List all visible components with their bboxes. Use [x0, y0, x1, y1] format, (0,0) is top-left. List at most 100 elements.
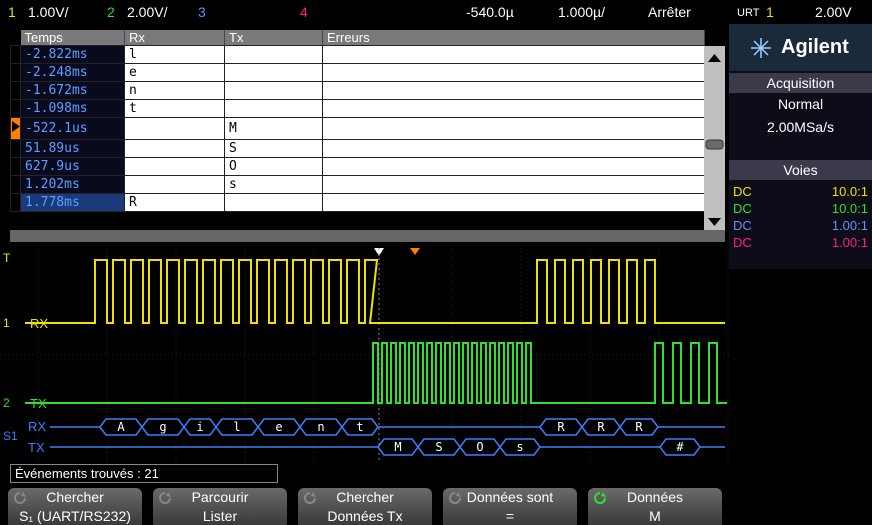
ch1-number: 1	[8, 4, 16, 20]
trigger-level: 2.00V	[815, 4, 852, 20]
bus-rx-byte-label: i	[196, 420, 203, 434]
bus-tx-byte-label: M	[394, 440, 401, 454]
bus-rx-byte-label: R	[597, 420, 605, 434]
table-row[interactable]: 1.778ms R	[10, 193, 705, 212]
softkey-3[interactable]: Chercher Données Tx	[298, 488, 432, 525]
bus-tx-byte-label: S	[435, 440, 442, 454]
cell-rx: n	[124, 81, 225, 100]
table-row[interactable]: -1.672ms n	[10, 81, 705, 100]
cell-time: -2.822ms	[20, 45, 125, 64]
softkey-value: S₁ (UART/RS232)	[19, 508, 131, 524]
scroll-up-icon	[708, 54, 721, 62]
lister-scrollbar[interactable]	[704, 46, 725, 242]
row-marker	[10, 63, 21, 82]
brand-area: Agilent	[729, 24, 872, 71]
cell-tx	[224, 81, 323, 100]
softkey-5[interactable]: Données M	[588, 488, 722, 525]
cell-time: -1.672ms	[20, 81, 125, 100]
cell-time: -2.248ms	[20, 63, 125, 82]
softkey-label: Chercher	[336, 489, 394, 505]
softkey-1[interactable]: Chercher S₁ (UART/RS232)	[8, 488, 142, 525]
channel-row: DC 10.0:1	[733, 184, 868, 201]
ch3-number: 3	[198, 4, 206, 20]
scroll-thumb	[705, 139, 724, 150]
ch2-scale: 2.00V/	[127, 4, 168, 20]
softkey-label: Données	[626, 489, 684, 505]
row-marker	[10, 99, 21, 118]
cell-errors	[322, 193, 705, 212]
column-header-rx[interactable]: Rx	[124, 30, 225, 46]
lister-window: Temps Rx Tx Erreurs -2.822ms l -2.248ms e -1…	[10, 30, 725, 242]
table-row[interactable]: -1.098ms t	[10, 99, 705, 118]
column-header-time[interactable]: Temps	[20, 30, 125, 46]
softkey-value: M	[649, 508, 661, 524]
cell-errors	[322, 117, 705, 140]
sample-rate: 2.00MSa/s	[767, 119, 834, 135]
cell-tx: O	[224, 157, 323, 176]
rx-channel-label: RX	[30, 316, 48, 331]
events-found: Événements trouvés : 21	[10, 464, 278, 483]
tx-channel-label: TX	[30, 396, 47, 411]
cell-tx: S	[224, 139, 323, 158]
ch1-ground-marker: 1	[3, 316, 10, 330]
cell-rx: e	[124, 63, 225, 82]
run-state: Arrêter	[648, 4, 691, 20]
ch1-scale: 1.00V/	[28, 4, 69, 20]
delay-marker-icon	[410, 248, 420, 255]
status-bar: 1 1.00V/ 2 2.00V/ 3 4 -540.0µ 1.000µ/ Ar…	[0, 0, 872, 24]
table-row[interactable]: 1.202ms s	[10, 175, 705, 194]
cell-rx: l	[124, 45, 225, 64]
cell-time: 51.89us	[20, 139, 125, 158]
channel-coupling: DC	[733, 184, 752, 199]
cell-tx	[224, 99, 323, 118]
serial-bus-marker: S1	[3, 429, 18, 443]
cell-tx	[224, 63, 323, 82]
bus-rx-byte-label: l	[233, 420, 240, 434]
row-marker	[10, 157, 21, 176]
softkey-4[interactable]: Données sont =	[443, 488, 577, 525]
softkey-label: Chercher	[46, 489, 104, 505]
time-offset: -540.0µ	[466, 4, 514, 20]
channel-coupling: DC	[733, 201, 752, 216]
softkey-label: Données sont	[466, 489, 554, 505]
cell-tx: M	[224, 117, 323, 140]
bus-tx-byte-label: #	[676, 440, 684, 454]
row-marker	[10, 175, 21, 194]
cell-rx: t	[124, 99, 225, 118]
info-panel: Agilent Acquisition Normal 2.00MSa/s Voi…	[729, 24, 872, 269]
softkey-label: Parcourir	[191, 489, 249, 505]
softkey-value: Données Tx	[327, 508, 403, 524]
bus-rx-byte-label: g	[159, 420, 166, 434]
cell-errors	[322, 175, 705, 194]
scroll-down-icon	[708, 218, 721, 226]
row-marker	[10, 139, 21, 158]
channel-coupling: DC	[733, 235, 752, 250]
channels-header: Voies	[729, 160, 872, 180]
lister-header-row: Temps Rx Tx Erreurs	[10, 30, 705, 46]
bus-rx-byte-label: R	[635, 420, 643, 434]
table-row[interactable]: -2.822ms l	[10, 45, 705, 64]
softkey-2[interactable]: Parcourir Lister	[153, 488, 287, 525]
cell-errors	[322, 63, 705, 82]
cell-errors	[322, 45, 705, 64]
table-row[interactable]: -2.248ms e	[10, 63, 705, 82]
bus-tx-byte-label: O	[476, 440, 483, 454]
bus-tx-label: TX	[28, 440, 45, 455]
bus-rx-label: RX	[28, 419, 46, 434]
channel-probe: 10.0:1	[831, 184, 868, 199]
cell-rx	[124, 157, 225, 176]
cell-errors	[322, 99, 705, 118]
bus-rx-byte-label: e	[275, 420, 282, 434]
trigger-level-marker: T	[3, 251, 11, 265]
cell-time: -1.098ms	[20, 99, 125, 118]
table-row[interactable]: -522.1us M	[10, 117, 705, 140]
brand-logo: Agilent	[781, 36, 849, 58]
table-row[interactable]: 627.9us O	[10, 157, 705, 176]
bus-rx-byte-label: t	[356, 420, 363, 434]
column-header-errors[interactable]: Erreurs	[322, 30, 705, 46]
bus-rx-byte-label: R	[557, 420, 565, 434]
cell-time: -522.1us	[20, 117, 125, 140]
row-marker	[10, 117, 21, 140]
column-header-tx[interactable]: Tx	[224, 30, 323, 46]
table-row[interactable]: 51.89us S	[10, 139, 705, 158]
